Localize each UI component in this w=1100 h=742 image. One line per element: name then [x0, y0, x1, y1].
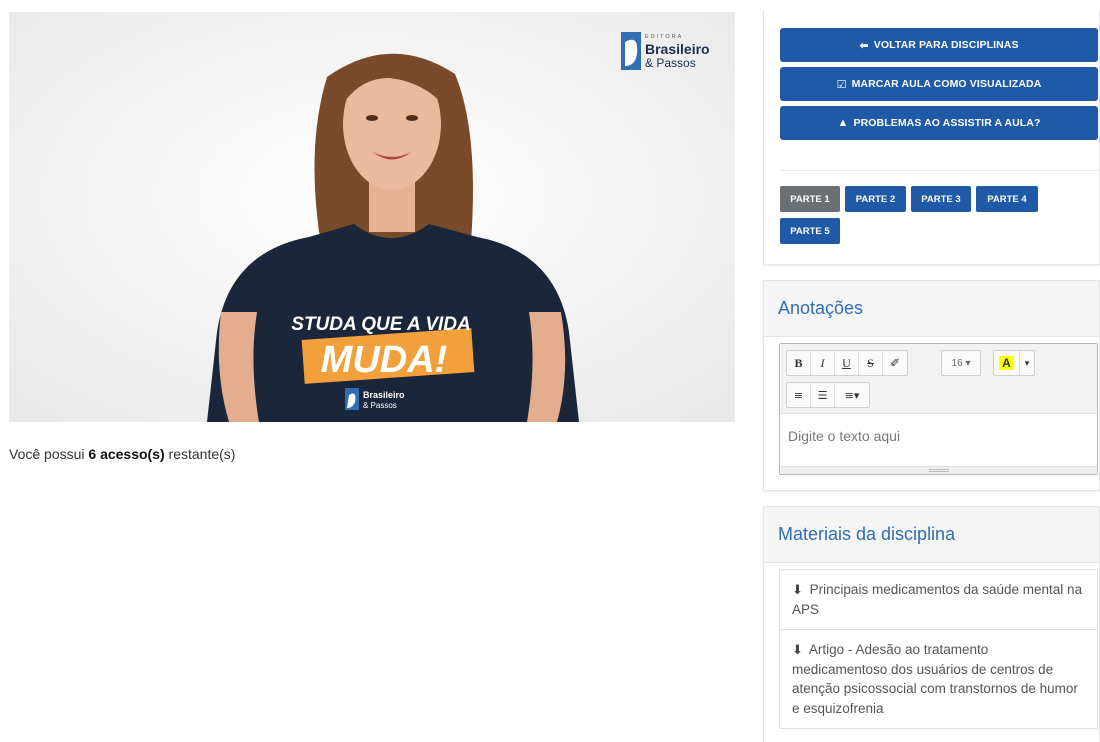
download-icon: ⬇: [792, 582, 803, 597]
caret-down-icon: ▾: [965, 357, 971, 369]
remaining-access-text: Você possui 6 acesso(s) restante(s): [9, 446, 236, 462]
materials-panel: Materiais da disciplina ⬇ Principais med…: [763, 506, 1100, 742]
svg-text:EDITORA: EDITORA: [645, 34, 683, 40]
arrow-left-icon: ⬅: [859, 39, 869, 52]
shirt-text-line2: MUDA!: [321, 339, 448, 381]
part-tab-2[interactable]: PARTE 2: [845, 186, 906, 212]
material-item[interactable]: ⬇ Artigo - Adesão ao tratamento medicame…: [780, 630, 1097, 728]
material-item[interactable]: ⬇ Principais medicamentos da saúde menta…: [780, 570, 1097, 630]
align-dropdown-icon[interactable]: ≡▾: [835, 383, 869, 407]
access-count: 6 acesso(s): [88, 446, 165, 462]
eraser-icon[interactable]: ✐: [883, 351, 907, 375]
svg-text:Brasileiro: Brasileiro: [645, 41, 710, 57]
svg-text:& Passos: & Passos: [363, 401, 397, 410]
underline-button[interactable]: U: [835, 351, 859, 375]
italic-button[interactable]: I: [811, 351, 835, 375]
font-size-select[interactable]: 16 ▾: [941, 350, 981, 376]
back-to-disciplines-button[interactable]: ⬅ VOLTAR PARA DISCIPLINAS: [780, 28, 1098, 62]
highlight-color-button[interactable]: A: [994, 351, 1020, 375]
svg-text:Brasileiro: Brasileiro: [363, 390, 405, 400]
editor-resize-handle[interactable]: [780, 466, 1097, 474]
part-tab-1[interactable]: PARTE 1: [780, 186, 840, 212]
materials-list: ⬇ Principais medicamentos da saúde menta…: [779, 569, 1098, 729]
part-tab-3[interactable]: PARTE 3: [911, 186, 971, 212]
lesson-actions-panel: ⬅ VOLTAR PARA DISCIPLINAS ☑ MARCAR AULA …: [763, 10, 1100, 265]
notes-textarea[interactable]: Digite o texto aqui: [780, 414, 1097, 458]
shirt-text-line1: STUDA QUE A VIDA: [291, 314, 470, 335]
text-color-icon: A: [999, 356, 1014, 370]
bold-button[interactable]: B: [787, 351, 811, 375]
notes-panel: Anotações B I U S ✐ 16 ▾ A ▾ ≡ ☰ ≡▾ Digi…: [763, 280, 1100, 491]
materials-title: Materiais da disciplina: [764, 507, 1099, 563]
color-dropdown-button[interactable]: ▾: [1020, 351, 1034, 375]
strikethrough-button[interactable]: S: [859, 351, 883, 375]
mark-lesson-viewed-button[interactable]: ☑ MARCAR AULA COMO VISUALIZADA: [780, 67, 1098, 101]
notes-editor[interactable]: B I U S ✐ 16 ▾ A ▾ ≡ ☰ ≡▾ Digite o texto…: [779, 343, 1098, 475]
check-square-icon: ☑: [836, 78, 847, 91]
shirt-logo: Brasileiro & Passos: [345, 388, 405, 410]
part-tab-5[interactable]: PARTE 5: [780, 218, 840, 244]
report-problem-button[interactable]: ▲ PROBLEMAS AO ASSISTIR A AULA?: [780, 106, 1098, 140]
paragraph-button-group: ≡ ☰ ≡▾: [786, 382, 870, 408]
divider: [780, 170, 1099, 171]
editor-toolbar: B I U S ✐ 16 ▾ A ▾ ≡ ☰ ≡▾: [780, 344, 1097, 414]
warning-icon: ▲: [837, 117, 849, 129]
unordered-list-icon[interactable]: ≡: [787, 383, 811, 407]
svg-text:& Passos: & Passos: [645, 56, 696, 70]
ordered-list-icon[interactable]: ☰: [811, 383, 835, 407]
part-tab-4[interactable]: PARTE 4: [976, 186, 1038, 212]
color-button-group: A ▾: [993, 350, 1035, 376]
download-icon: ⬇: [792, 642, 803, 657]
notes-title: Anotações: [764, 281, 1099, 337]
video-frame: STUDA QUE A VIDA MUDA! Brasileiro & Pass…: [9, 12, 735, 422]
format-button-group: B I U S ✐: [786, 350, 908, 376]
video-player[interactable]: STUDA QUE A VIDA MUDA! Brasileiro & Pass…: [9, 12, 735, 422]
